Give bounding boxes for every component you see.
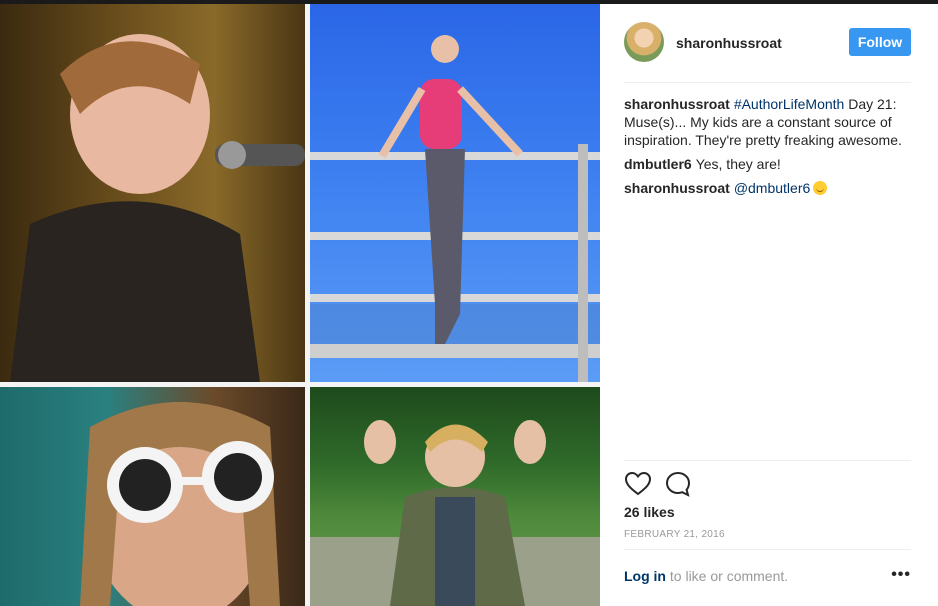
login-prompt: Log in to like or comment. •••: [624, 566, 911, 584]
comment-username[interactable]: sharonhussroat: [624, 180, 730, 196]
list-item: sharonhussroat @dmbutler6: [624, 179, 914, 197]
login-link[interactable]: Log in: [624, 568, 666, 584]
caption-comment: sharonhussroat #AuthorLifeMonth Day 21: M…: [624, 95, 914, 149]
avatar[interactable]: [624, 22, 664, 62]
header-username[interactable]: sharonhussroat: [676, 35, 782, 51]
post-date[interactable]: FEBRUARY 21, 2016: [624, 529, 725, 540]
mention-link[interactable]: @dmbutler6: [734, 180, 810, 196]
post-header: sharonhussroat Follow: [624, 22, 911, 83]
login-prompt-text: to like or comment.: [666, 568, 789, 584]
photo-waving: [310, 387, 600, 606]
follow-button[interactable]: Follow: [849, 28, 911, 56]
more-options-icon[interactable]: •••: [891, 566, 911, 584]
photo-singer: [0, 4, 305, 382]
comment-text: Yes, they are!: [695, 156, 781, 172]
list-item: dmbutler6 Yes, they are!: [624, 155, 914, 173]
comment-list: sharonhussroat #AuthorLifeMonth Day 21: M…: [624, 95, 914, 203]
photo-collage[interactable]: [0, 4, 600, 606]
heart-icon[interactable]: [624, 470, 652, 498]
action-bar: [624, 470, 700, 498]
comment-icon[interactable]: [664, 470, 692, 498]
photo-sunglasses: [0, 387, 305, 606]
post-sidebar: sharonhussroat Follow sharonhussroat #Aut…: [600, 4, 938, 606]
hashtag-link[interactable]: #AuthorLifeMonth: [734, 96, 845, 112]
comment-username[interactable]: sharonhussroat: [624, 96, 730, 112]
divider: [624, 549, 911, 550]
comment-username[interactable]: dmbutler6: [624, 156, 692, 172]
photo-dancer: [310, 4, 600, 382]
divider: [624, 460, 911, 461]
post-viewer: sharonhussroat Follow sharonhussroat #Aut…: [0, 0, 938, 606]
smile-emoji-icon: [813, 181, 828, 195]
likes-count[interactable]: 26 likes: [624, 504, 675, 520]
